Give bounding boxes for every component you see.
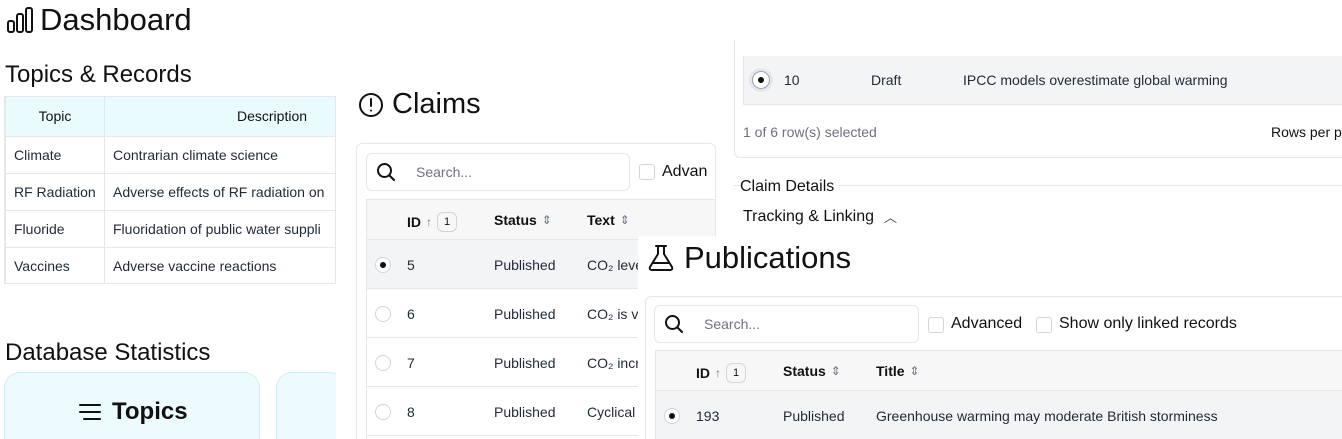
claim-status-cell: Published [494,404,556,420]
row-select-radio[interactable] [375,404,391,420]
table-header: ID ↑ 1 Status ⇕ Text ⇕ [367,200,715,240]
claim-status-cell: Published [494,257,556,273]
claim-id-cell: 8 [407,404,415,420]
row-select-radio[interactable] [664,408,680,424]
advanced-checkbox[interactable] [928,317,944,333]
dashboard-title-text: Dashboard [40,2,192,37]
claim-status-cell: Published [494,306,556,322]
claim-id-cell: 10 [784,72,800,88]
column-header-id[interactable]: ID ↑ 1 [696,363,746,383]
tracking-linking-toggle[interactable]: Tracking & Linking ︿ [743,207,897,226]
stats-heading: Database Statistics [5,339,211,366]
publications-title: Publications [646,240,851,276]
column-header-text[interactable]: Text ⇕ [587,212,630,228]
publication-title-cell: Greenhouse warming may moderate British … [876,408,1218,424]
row-select-radio[interactable] [375,306,391,322]
topics-heading: Topics & Records [5,61,192,88]
table-header: ID ↑ 1 Status ⇕ Title ⇕ [656,351,1342,391]
column-header-text-label: Text [587,212,615,228]
sort-icon: ⇕ [830,364,841,378]
claims-title-text: Claims [392,88,481,120]
advanced-checkbox[interactable] [639,164,655,180]
claims-search-box[interactable] [366,153,630,191]
sort-icon: ⇕ [541,213,552,227]
table-row[interactable]: 193 Published Greenhouse warming may mod… [656,391,1342,439]
stat-card-title: Topics [112,398,188,425]
publication-id-cell: 193 [696,408,720,424]
rows-per-page-label: Rows per p [1271,124,1342,140]
table-row[interactable]: Fluoride Fluoridation of public water su… [5,209,335,248]
column-header-description[interactable]: Description [104,97,335,137]
dashboard-title: Dashboard [6,2,192,38]
column-header-title-label: Title [876,363,905,379]
column-header-id[interactable]: ID ↑ 1 [407,212,457,232]
claims-title: Claims [358,88,481,121]
claim-text-cell: Cyclical [587,404,636,420]
claim-id-cell: 5 [407,257,415,273]
sort-order-badge: 1 [726,363,746,383]
column-header-status-label: Status [783,363,826,379]
chevron-up-icon: ︿ [884,210,898,225]
claim-text-cell: CO₂ incr [587,355,640,371]
claim-details-label: Claim Details [740,178,839,196]
description-cell: Adverse vaccine reactions [104,246,335,283]
column-header-status[interactable]: Status ⇕ [494,212,552,228]
arrow-up-icon: ↑ [426,215,432,229]
publication-status-cell: Published [783,408,845,424]
sort-order-badge: 1 [437,212,457,232]
column-header-topic[interactable]: Topic [5,97,105,137]
show-linked-label: Show only linked records [1059,315,1237,332]
sort-icon: ⇕ [619,213,630,227]
column-header-status[interactable]: Status ⇕ [783,363,841,379]
publications-table: ID ↑ 1 Status ⇕ Title ⇕ 193 Published Gr… [655,350,1342,439]
flask-icon [648,245,674,271]
column-header-status-label: Status [494,212,537,228]
table-row[interactable]: Vaccines Adverse vaccine reactions [5,246,335,283]
arrow-up-icon: ↑ [715,366,721,380]
description-cell: Fluoridation of public water suppli [104,209,335,248]
bar-chart-icon [7,7,33,33]
selection-count: 1 of 6 row(s) selected [743,124,877,140]
table-row[interactable]: Climate Contrarian climate science [5,135,335,174]
publications-title-text: Publications [684,240,852,275]
sort-icon: ⇕ [909,364,920,378]
stat-card-topics-label: Topics [78,398,188,426]
table-row[interactable]: RF Radiation Adverse effects of RF radia… [5,172,335,211]
publications-search-box[interactable] [654,305,919,343]
row-select-radio[interactable] [375,257,391,273]
advanced-label: Advanced [951,315,1023,332]
claim-status-cell: Draft [871,72,902,88]
topic-cell: RF Radiation [5,172,105,211]
description-cell: Contrarian climate science [104,135,335,174]
topic-cell: Fluoride [5,209,105,248]
row-select-radio[interactable] [752,71,770,89]
list-icon [79,404,101,420]
column-header-title[interactable]: Title ⇕ [876,363,920,379]
advanced-label: Advan [662,163,708,180]
topic-cell: Climate [5,135,105,174]
claims-search-input[interactable] [416,164,576,180]
topic-cell: Vaccines [5,246,105,283]
topics-table: Topic Description Climate Contrarian cli… [4,96,336,284]
column-header-id-label: ID [407,214,421,230]
claim-id-cell: 7 [407,355,415,371]
description-cell: Adverse effects of RF radiation on [104,172,335,211]
publications-card: Advanced Show only linked records ID ↑ 1… [645,296,1342,439]
publications-search-input[interactable] [704,316,864,332]
claim-text-cell: CO₂ is v [587,306,639,322]
show-linked-checkbox[interactable] [1036,317,1052,333]
row-select-radio[interactable] [375,355,391,371]
table-row[interactable]: 10 Draft IPCC models overestimate global… [743,56,1342,105]
tracking-linking-label: Tracking & Linking [743,207,875,225]
alert-circle-icon [359,92,383,117]
claim-text-cell: IPCC models overestimate global warming [963,72,1228,88]
column-header-id-label: ID [696,365,710,381]
search-icon [665,315,683,333]
claim-text-cell: CO₂ leve [587,257,644,273]
claim-id-cell: 6 [407,306,415,322]
claim-status-cell: Published [494,355,556,371]
search-icon [377,163,395,181]
